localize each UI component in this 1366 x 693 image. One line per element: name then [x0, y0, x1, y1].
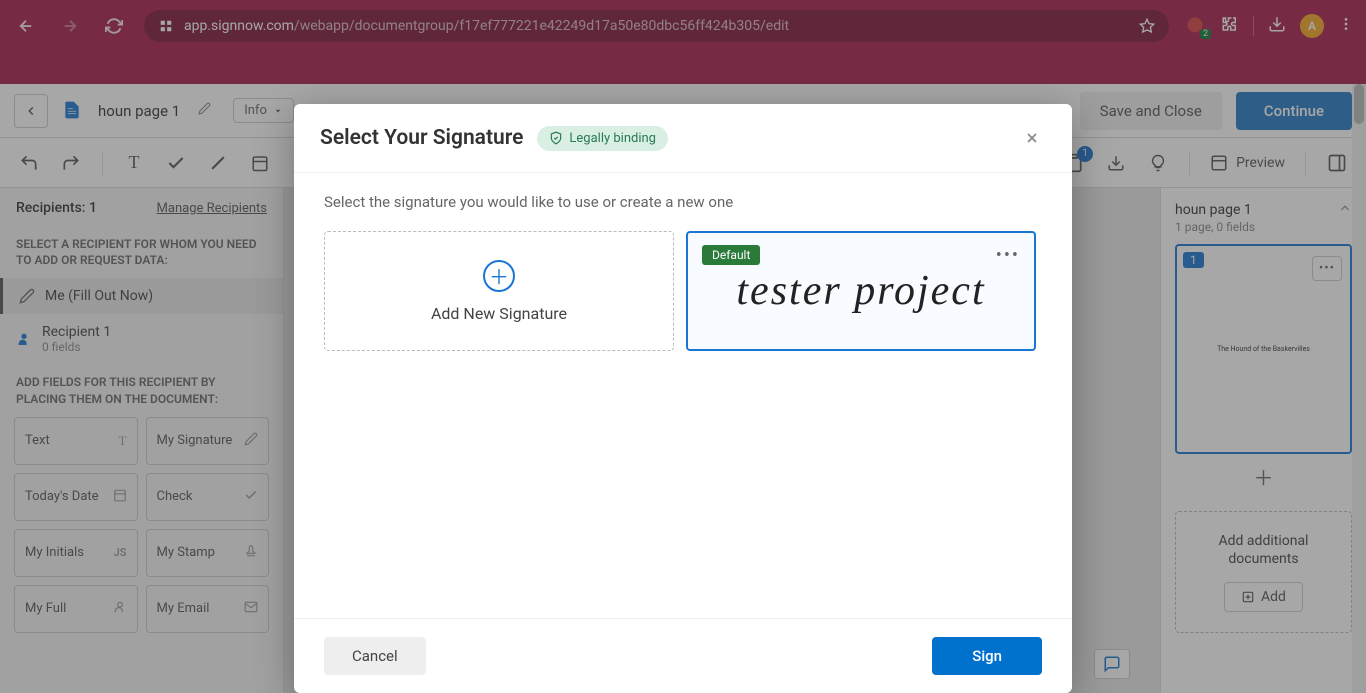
default-badge: Default — [702, 245, 760, 265]
sign-button[interactable]: Sign — [932, 637, 1042, 675]
plus-circle-icon: ＋ — [483, 260, 515, 292]
add-signature-card[interactable]: ＋ Add New Signature — [324, 231, 674, 351]
cancel-button[interactable]: Cancel — [324, 637, 426, 675]
legally-binding-badge: Legally binding — [537, 126, 668, 151]
legally-binding-label: Legally binding — [569, 131, 656, 146]
modal-instruction: Select the signature you would like to u… — [324, 193, 1042, 211]
signature-modal: Select Your Signature Legally binding Se… — [294, 104, 1072, 693]
signature-menu-icon[interactable]: ••• — [996, 245, 1020, 266]
signature-preview: tester project — [736, 267, 985, 315]
add-signature-label: Add New Signature — [431, 304, 567, 323]
modal-title: Select Your Signature — [320, 126, 523, 150]
modal-close-icon[interactable] — [1018, 124, 1046, 152]
signature-option[interactable]: Default ••• tester project — [686, 231, 1036, 351]
